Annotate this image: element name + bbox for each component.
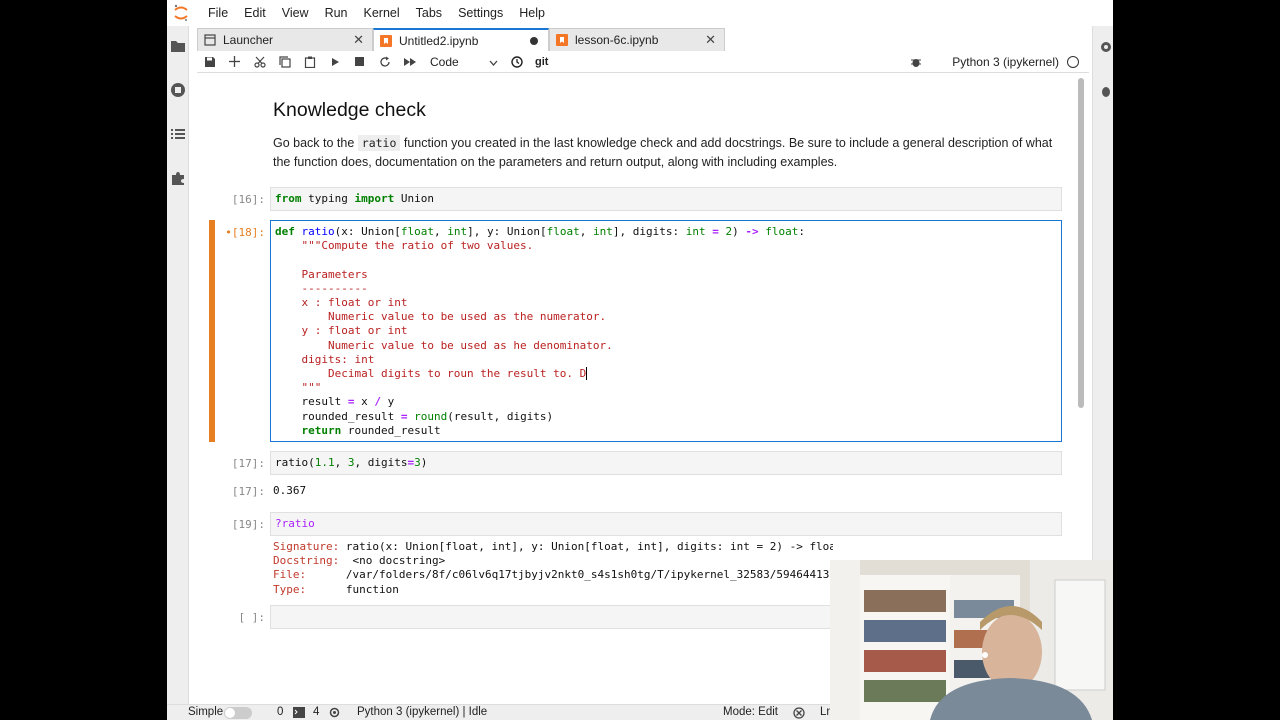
- webcam-overlay: [830, 560, 1113, 720]
- restart-icon[interactable]: [372, 51, 397, 73]
- cell-prompt: [19]:: [231, 518, 265, 531]
- tab-label: Untitled2.ipynb: [399, 33, 479, 48]
- cell-type-select[interactable]: Code: [430, 53, 498, 71]
- cell-prompt: [16]:: [231, 193, 265, 206]
- presenter-video-image: [830, 560, 1113, 720]
- jupyter-logo-icon: [170, 2, 192, 24]
- running-kernels-icon[interactable]: [170, 82, 186, 98]
- debugger-bug-icon[interactable]: [1099, 84, 1113, 98]
- extension-puzzle-icon[interactable]: [170, 170, 186, 186]
- tab-lesson-6c[interactable]: lesson-6c.ipynb ✕: [549, 28, 725, 51]
- table-of-contents-icon[interactable]: [170, 126, 186, 142]
- kernel-status-icon: [1067, 56, 1079, 68]
- letterbox-right: [1113, 0, 1280, 720]
- notebook-toolbar: Code git Python 3 (ipykernel): [197, 51, 1089, 73]
- cell-prompt: [ ]:: [238, 611, 266, 624]
- kernels-count[interactable]: 4: [313, 706, 319, 718]
- markdown-title: Knowledge check: [273, 99, 426, 121]
- kernel-bug-icon[interactable]: [910, 55, 922, 73]
- no-errors-icon[interactable]: [793, 707, 805, 720]
- copy-icon[interactable]: [272, 51, 297, 73]
- cut-icon[interactable]: [247, 51, 272, 73]
- type-value: function: [345, 582, 399, 596]
- clock-icon[interactable]: [504, 51, 529, 73]
- signature-value: ratio(x: Union[float, int], y: Union[flo…: [345, 540, 833, 553]
- kernel-name[interactable]: Python 3 (ipykernel): [952, 55, 1059, 69]
- menu-settings[interactable]: Settings: [450, 0, 511, 26]
- run-icon[interactable]: [322, 51, 347, 73]
- menu-help[interactable]: Help: [511, 0, 553, 26]
- simple-mode-label: Simple: [188, 706, 224, 718]
- property-inspector-gear-icon[interactable]: [1099, 40, 1113, 54]
- menu-edit[interactable]: Edit: [236, 0, 274, 26]
- folder-icon[interactable]: [170, 38, 186, 54]
- para-text: Go back to the: [273, 136, 358, 150]
- cell-type-value: Code: [430, 54, 459, 69]
- menu-file[interactable]: File: [200, 0, 236, 26]
- menu-view[interactable]: View: [274, 0, 317, 26]
- docstring-value: <no docstring>: [352, 554, 446, 568]
- tab-label: lesson-6c.ipynb: [575, 33, 659, 47]
- code-cell-ratio-editor[interactable]: def ratio(x: Union[float, int], y: Union…: [270, 220, 1062, 442]
- paste-icon[interactable]: [297, 51, 322, 73]
- tab-untitled2[interactable]: Untitled2.ipynb: [373, 28, 549, 51]
- menu-run[interactable]: Run: [317, 0, 356, 26]
- cell-prompt: [17]:: [231, 457, 265, 470]
- file-value: /var/folders/8f/c06lv6q17tjbyjv2nkt0_s4s…: [345, 568, 833, 582]
- simple-mode-toggle[interactable]: [224, 707, 252, 719]
- mode-indicator: Mode: Edit: [723, 706, 778, 718]
- menu-tabs[interactable]: Tabs: [408, 0, 450, 26]
- launcher-icon: [204, 34, 216, 46]
- markdown-paragraph: Go back to the ratio function you create…: [273, 134, 1053, 172]
- file-label: File:: [273, 568, 307, 582]
- close-icon[interactable]: ✕: [353, 32, 364, 48]
- active-cell-indicator: [209, 220, 215, 442]
- inline-code: ratio: [357, 135, 401, 151]
- stop-icon[interactable]: [347, 51, 372, 73]
- fast-forward-icon[interactable]: [397, 51, 422, 73]
- left-sidebar: [167, 26, 189, 704]
- unsaved-indicator-icon[interactable]: [530, 37, 538, 45]
- code-cell-import[interactable]: from typing import Union: [270, 187, 1062, 211]
- code-cell-ratio-call[interactable]: ratio(1.1, 3, digits=3): [270, 451, 1062, 475]
- tab-launcher[interactable]: Launcher ✕: [197, 28, 373, 51]
- signature-label: Signature:: [273, 540, 340, 553]
- document-tab-bar: Launcher ✕ Untitled2.ipynb lesson-6c.ipy…: [197, 28, 725, 51]
- git-button[interactable]: git: [535, 56, 548, 68]
- output-prompt: [17]:: [231, 485, 265, 498]
- terminal-icon: [293, 707, 305, 720]
- help-output: Signature: ratio(x: Union[float, int], y…: [273, 540, 833, 597]
- notebook-icon: [380, 34, 392, 47]
- type-label: Type:: [273, 582, 307, 596]
- cell-output: 0.367: [273, 484, 307, 497]
- add-cell-icon[interactable]: [222, 51, 247, 73]
- tab-label: Launcher: [223, 33, 274, 47]
- notebook-scrollbar[interactable]: [1078, 78, 1084, 408]
- code-cell-help[interactable]: ?ratio: [270, 512, 1062, 536]
- cell-prompt: •[18]:: [225, 226, 265, 239]
- terminals-count[interactable]: 0: [277, 706, 283, 718]
- docstring-label: Docstring:: [273, 554, 340, 568]
- settings-gear-icon: [329, 707, 340, 720]
- notebook-icon: [556, 34, 568, 46]
- save-icon[interactable]: [197, 51, 222, 73]
- menu-bar: File Edit View Run Kernel Tabs Settings …: [167, 0, 1113, 26]
- kernel-status-text[interactable]: Python 3 (ipykernel) | Idle: [357, 706, 487, 718]
- close-icon[interactable]: ✕: [705, 32, 716, 48]
- chevron-down-icon: [489, 55, 498, 69]
- menu-kernel[interactable]: Kernel: [356, 0, 408, 26]
